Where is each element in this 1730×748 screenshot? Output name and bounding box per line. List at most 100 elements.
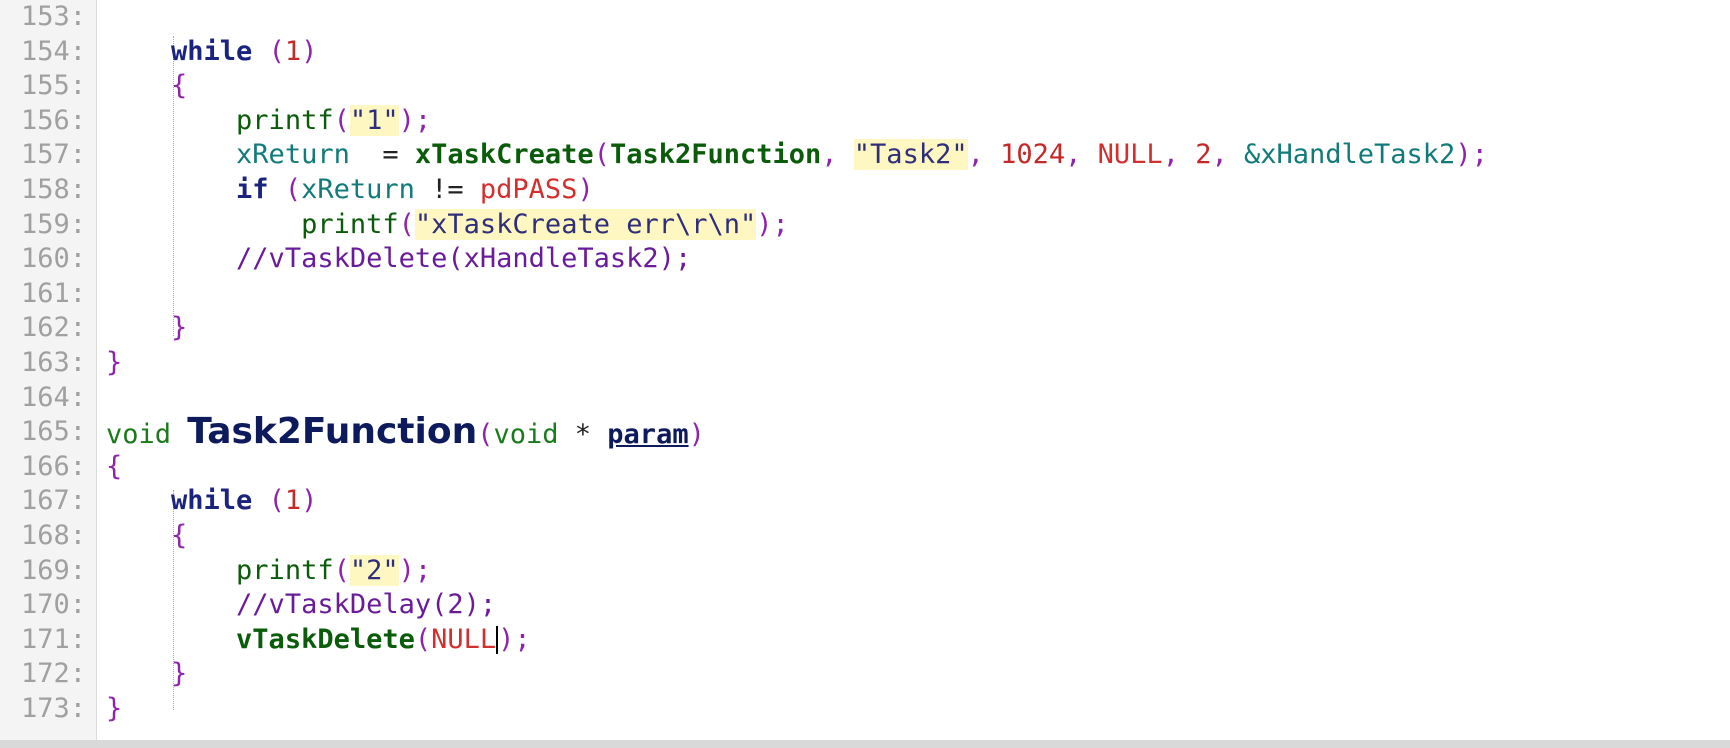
code-line[interactable]: 171: vTaskDelete(NULL);: [0, 623, 1730, 658]
line-number: 162:: [20, 312, 86, 344]
line-number: 154:: [20, 35, 86, 67]
code-token: "xTaskCreate err\r\n": [414, 208, 757, 240]
code-token: ,: [1211, 139, 1244, 171]
code-line[interactable]: 156: printf("1");: [0, 104, 1730, 139]
code-token: printf: [236, 554, 334, 586]
code-token: ): [577, 173, 594, 205]
code-line[interactable]: 164:: [0, 381, 1730, 416]
code-token: 2: [1195, 139, 1212, 171]
code-token: (: [252, 485, 285, 517]
line-number: 167:: [20, 485, 86, 517]
code-line[interactable]: 167: while (1): [0, 484, 1730, 519]
code-line[interactable]: 162: }: [0, 311, 1730, 346]
code-text: void Task2Function(void * param): [106, 414, 705, 453]
code-text: {: [106, 450, 122, 485]
code-text: }: [106, 346, 122, 381]
code-text: if (xReturn != pdPASS): [106, 173, 594, 208]
code-token: "Task2": [853, 139, 968, 171]
code-token: }: [171, 312, 188, 344]
code-text: {: [106, 519, 187, 554]
code-line[interactable]: 157: xReturn = xTaskCreate(Task2Function…: [0, 138, 1730, 173]
line-number: 173:: [20, 692, 86, 724]
line-number: 153:: [20, 1, 86, 32]
code-line[interactable]: 170: //vTaskDelay(2);: [0, 588, 1730, 623]
code-text: printf("2");: [106, 554, 431, 589]
code-token: //vTaskDelay(2);: [236, 589, 497, 621]
code-line[interactable]: 158: if (xReturn != pdPASS): [0, 173, 1730, 208]
code-token: while: [171, 485, 253, 517]
line-number: 166:: [20, 450, 86, 482]
code-line[interactable]: 165: void Task2Function(void * param): [0, 414, 1730, 453]
code-text: while (1): [106, 35, 317, 70]
code-token: while: [171, 35, 253, 67]
horizontal-scrollbar[interactable]: [0, 740, 1730, 748]
code-token: 1: [284, 485, 302, 517]
line-number: 165:: [20, 416, 86, 448]
code-token: );: [1455, 139, 1488, 171]
code-token: (: [333, 554, 350, 586]
code-editor[interactable]: 153: 154: while (1) 155: {156: printf("1")…: [0, 0, 1730, 726]
line-number: 169:: [20, 554, 86, 586]
code-line[interactable]: 168: {: [0, 519, 1730, 554]
line-number: 158:: [20, 173, 86, 205]
code-token: pdPASS: [479, 173, 578, 205]
code-token: !=: [414, 173, 480, 205]
code-token: ,: [1162, 139, 1196, 171]
code-token: *: [558, 419, 608, 451]
code-token: ): [301, 485, 318, 517]
code-line[interactable]: 159: printf("xTaskCreate err\r\n");: [0, 208, 1730, 243]
code-token: xReturn: [301, 173, 415, 205]
code-token: if: [236, 173, 269, 205]
code-token: 1: [284, 35, 302, 67]
code-line[interactable]: 153:: [0, 0, 1730, 35]
code-line[interactable]: 154: while (1): [0, 35, 1730, 70]
code-token: (: [414, 623, 432, 655]
code-line[interactable]: 166: {: [0, 450, 1730, 485]
line-number: 164:: [20, 381, 86, 413]
code-token: ,: [1065, 139, 1098, 171]
line-number: 172:: [20, 658, 86, 690]
code-text: //vTaskDelete(xHandleTask2);: [106, 242, 691, 277]
line-number: 155:: [20, 70, 86, 102]
code-text: while (1): [106, 484, 317, 519]
code-token: ,: [967, 139, 1001, 171]
line-number: 168:: [20, 519, 86, 551]
code-line[interactable]: 155: {: [0, 69, 1730, 104]
code-token: Task2Function: [609, 139, 822, 171]
code-token: printf: [301, 208, 399, 240]
line-number: 157:: [20, 139, 86, 171]
code-line[interactable]: 161:: [0, 277, 1730, 312]
code-token: 1024: [1000, 139, 1066, 171]
code-token: NULL: [431, 623, 497, 655]
code-line[interactable]: 163:}: [0, 346, 1730, 381]
code-text: //vTaskDelay(2);: [106, 588, 496, 623]
code-text: }: [106, 692, 122, 727]
code-line[interactable]: 172: }: [0, 657, 1730, 692]
code-text: }: [106, 311, 187, 346]
code-text: }: [106, 657, 187, 692]
code-token: "2": [349, 554, 399, 586]
code-token: Task2Function: [187, 411, 478, 453]
code-token: );: [498, 623, 531, 655]
code-token: printf: [236, 104, 334, 136]
code-token: }: [171, 658, 188, 690]
code-token: void: [106, 419, 188, 451]
code-line[interactable]: 173:}: [0, 692, 1730, 727]
code-line[interactable]: 169: printf("2");: [0, 554, 1730, 589]
code-token: ,: [821, 139, 854, 171]
code-token: ): [688, 419, 705, 451]
code-token: &xHandleTask2: [1243, 139, 1456, 171]
line-number: 171:: [20, 623, 86, 655]
code-text: printf("1");: [106, 104, 431, 139]
code-token: }: [106, 346, 123, 378]
code-line[interactable]: 160: //vTaskDelete(xHandleTask2);: [0, 242, 1730, 277]
